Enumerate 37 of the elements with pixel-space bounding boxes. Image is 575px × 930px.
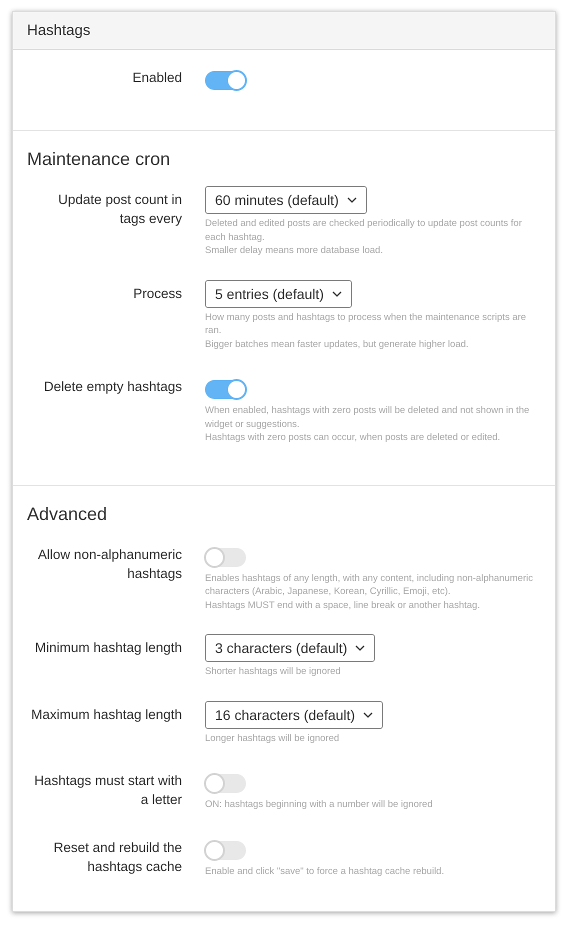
help-text: Hashtags MUST end with a space, line break or another hashtag. xyxy=(205,598,481,612)
setting-label: Reset and rebuild the hashtags cache xyxy=(52,838,182,876)
help-text: ON: hashtags beginning with a number will be ignored xyxy=(205,798,433,812)
help-text: Enable and click "save" to force a hashtag cache rebuild. xyxy=(205,864,444,878)
setting-label: Delete empty hashtags xyxy=(42,378,182,396)
dropdown-select[interactable]: 16 characters (default) xyxy=(205,700,384,728)
help-text: Smaller delay means more database load. xyxy=(205,244,384,258)
toggle-switch[interactable] xyxy=(205,548,246,566)
help-text: Bigger batches mean faster updates, but generate higher load. xyxy=(205,338,470,351)
help-text: Shorter hashtags will be ignored xyxy=(205,665,341,678)
setting-label: Enabled xyxy=(131,69,182,87)
caret-icon xyxy=(355,645,366,651)
caret-icon xyxy=(332,290,342,296)
toggle-switch[interactable] xyxy=(205,774,246,793)
toggle-switch[interactable] xyxy=(205,71,246,90)
setting-label: Hashtags must start with a letter xyxy=(33,772,182,809)
caret-icon xyxy=(363,712,374,718)
caret-icon xyxy=(346,197,357,203)
help-text: Enables hashtags of any length, with any content, including non-alphanumeric characters (Arabic, Japanese, Korean, Cyrillic, Emoji, etc). xyxy=(205,572,534,598)
dropdown-select[interactable]: 5 entries (default) xyxy=(205,280,352,308)
help-text: Hashtags with zero posts can occur, when posts are deleted or edited. xyxy=(205,431,502,444)
toggle-switch[interactable] xyxy=(205,380,246,399)
help-text: Longer hashtags will be ignored xyxy=(205,732,340,745)
toggle-switch[interactable] xyxy=(205,840,246,860)
setting-label: Allow non-alphanumeric hashtags xyxy=(36,546,182,583)
dropdown-select[interactable]: 60 minutes (default) xyxy=(205,186,367,214)
section-title: Advanced xyxy=(26,504,108,524)
setting-label: Process xyxy=(132,284,182,302)
dropdown-select[interactable]: 3 characters (default) xyxy=(205,634,376,662)
panel-title: Hashtags xyxy=(27,22,90,39)
section-title: Maintenance cron xyxy=(26,149,172,170)
setting-label: Update post count in tags every xyxy=(57,191,182,228)
help-text: Deleted and edited posts are checked periodically to update post counts for each hashtag. xyxy=(205,217,523,244)
help-text: How many posts and hashtags to process when the maintenance scripts are ran. xyxy=(205,310,528,338)
setting-label: Maximum hashtag length xyxy=(30,706,182,724)
setting-label: Minimum hashtag length xyxy=(34,639,182,657)
help-text: When enabled, hashtags with zero posts will be deleted and not shown in the widget or suggestions. xyxy=(205,404,530,431)
